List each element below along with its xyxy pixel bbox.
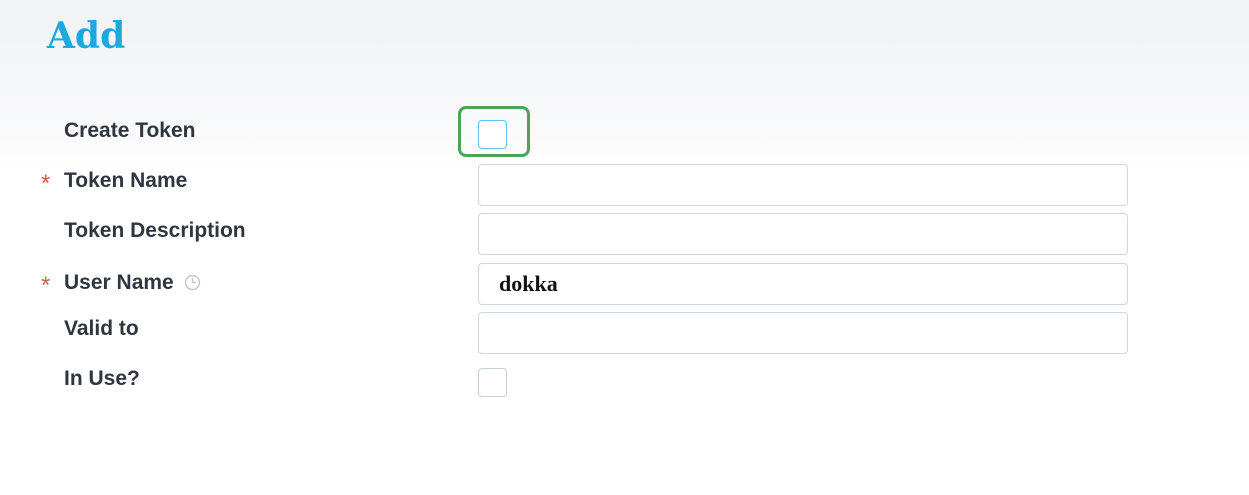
valid-to-input[interactable] — [478, 312, 1128, 354]
token-name-input[interactable] — [478, 164, 1128, 206]
user-name-input[interactable]: dokka — [478, 263, 1128, 305]
required-marker: * — [41, 170, 51, 197]
page-title: Add — [47, 15, 126, 57]
valid-to-label: Valid to — [64, 317, 139, 340]
token-name-label: Token Name — [64, 169, 188, 192]
create-token-checkbox[interactable] — [478, 120, 507, 149]
clock-info-icon[interactable] — [184, 274, 201, 291]
create-token-label: Create Token — [64, 119, 196, 142]
token-description-input[interactable] — [478, 213, 1128, 255]
token-description-label: Token Description — [64, 219, 246, 242]
user-name-label: User Name — [64, 271, 174, 294]
in-use-label: In Use? — [64, 367, 140, 390]
in-use-checkbox[interactable] — [478, 368, 507, 397]
required-marker: * — [41, 272, 51, 299]
